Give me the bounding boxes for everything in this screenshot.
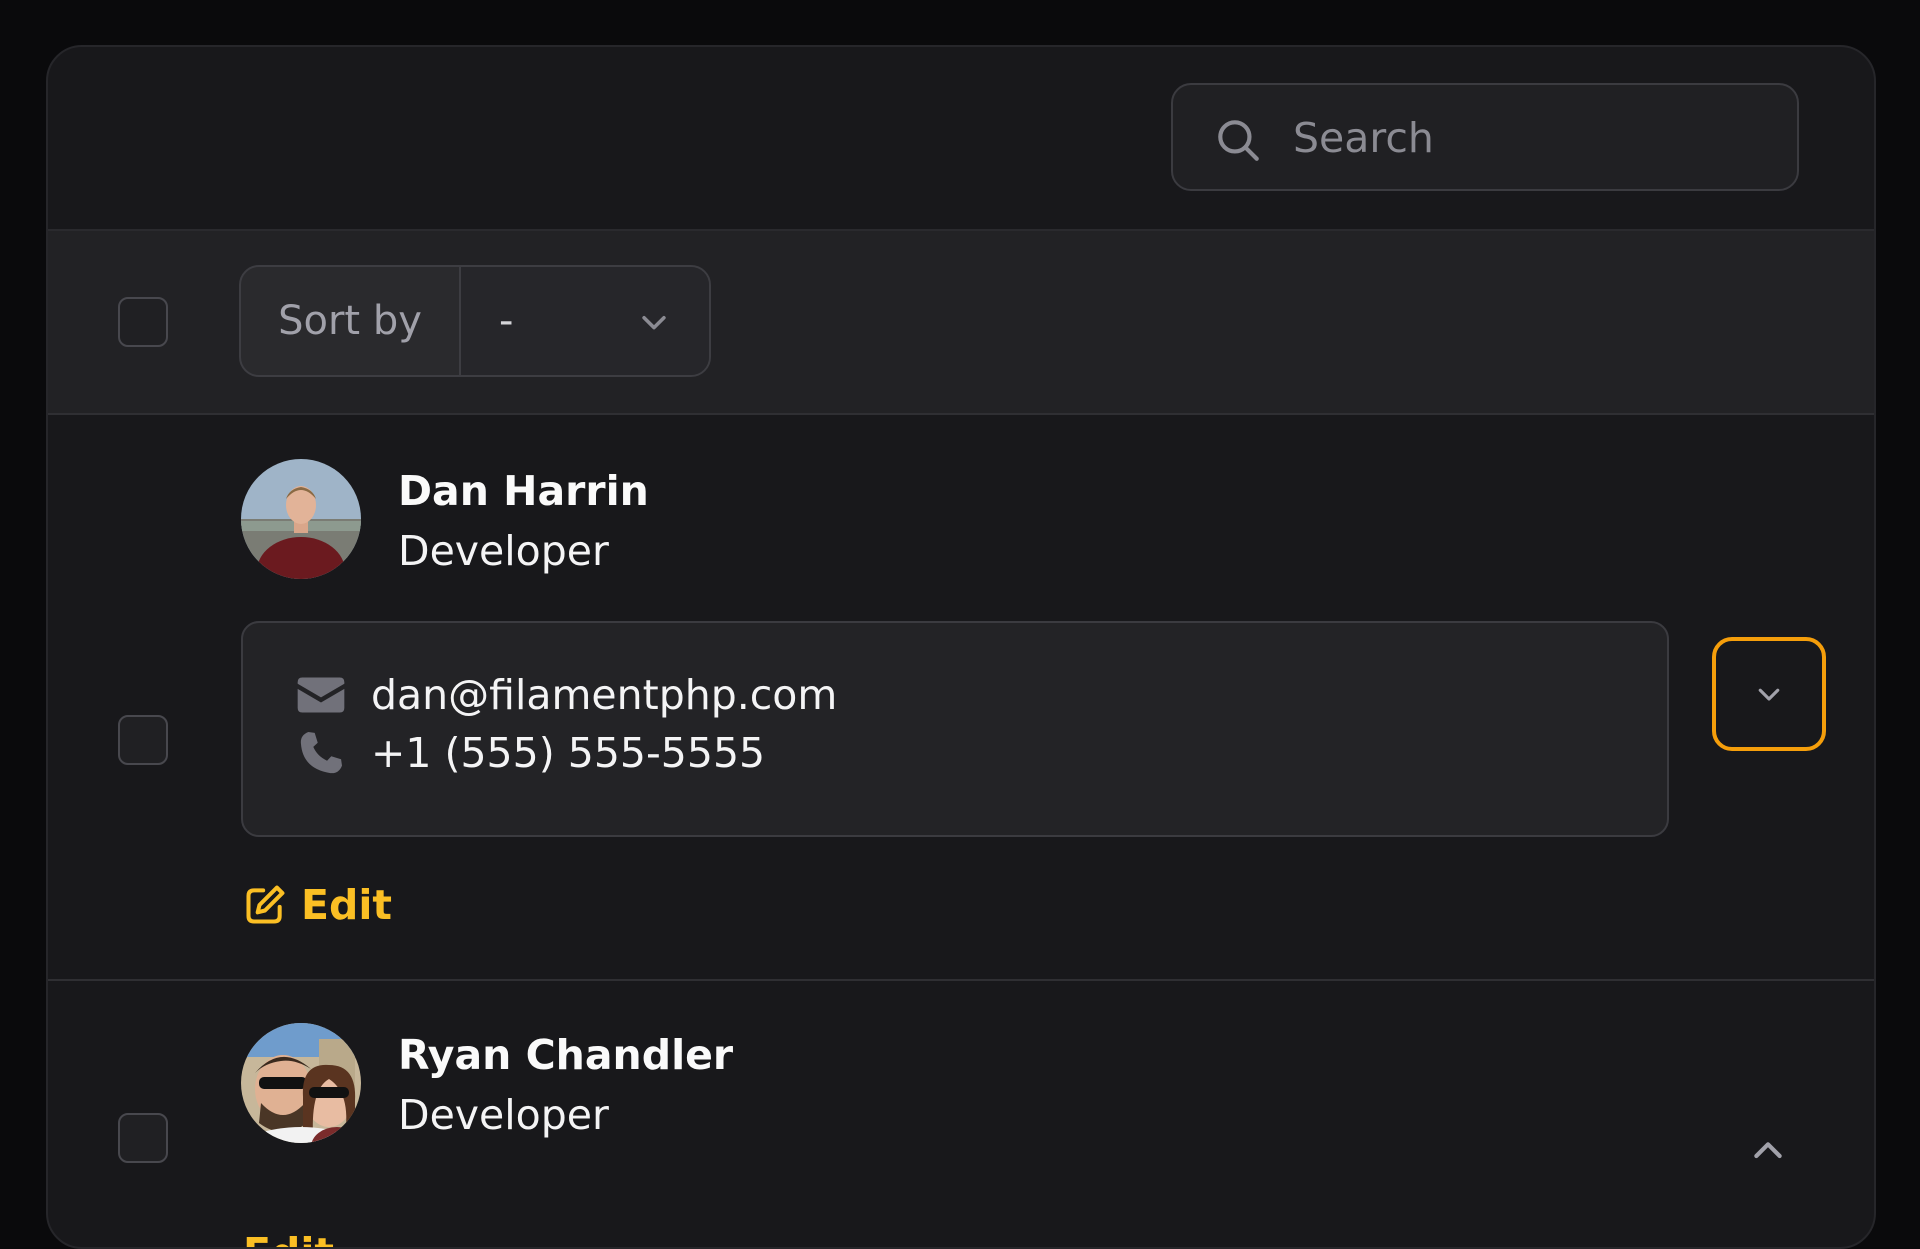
- chevron-down-icon: [642, 315, 666, 330]
- phone-icon: [300, 732, 342, 774]
- chevron-up-icon[interactable]: [1748, 1131, 1788, 1171]
- select-all-checkbox[interactable]: [118, 297, 168, 347]
- contact-panel: dan@filamentphp.com +1 (555) 555-5555: [241, 621, 1669, 837]
- avatar: [241, 459, 361, 579]
- table-header-bar: [48, 47, 1874, 231]
- edit-action[interactable]: Edit: [243, 1229, 334, 1247]
- email-line: dan@filamentphp.com: [293, 665, 837, 725]
- table-row: Dan Harrin Developer dan@filamentphp.com…: [48, 415, 1874, 981]
- user-role: Developer: [398, 1091, 609, 1139]
- expand-button[interactable]: [1712, 637, 1826, 751]
- row-checkbox[interactable]: [118, 715, 168, 765]
- phone-line: +1 (555) 555-5555: [293, 723, 765, 783]
- user-name: Dan Harrin: [398, 467, 649, 515]
- table-row: Ryan Chandler Developer Edit: [48, 981, 1874, 1247]
- sort-select-value: -: [499, 298, 514, 344]
- search-box[interactable]: [1171, 83, 1799, 191]
- user-name: Ryan Chandler: [398, 1031, 734, 1079]
- avatar: [241, 1023, 361, 1143]
- sort-control: Sort by -: [239, 265, 711, 377]
- search-input[interactable]: [1293, 105, 1773, 171]
- sort-label: Sort by: [241, 267, 461, 375]
- chevron-down-icon: [1758, 688, 1780, 701]
- email-text: dan@filamentphp.com: [371, 671, 838, 719]
- search-icon: [1218, 120, 1259, 161]
- edit-action[interactable]: Edit: [243, 875, 392, 935]
- sort-select[interactable]: -: [461, 267, 709, 375]
- row-checkbox[interactable]: [118, 1113, 168, 1163]
- edit-label: Edit: [243, 1229, 334, 1247]
- edit-label: Edit: [301, 881, 393, 929]
- bulk-toolbar: Sort by -: [48, 231, 1874, 415]
- phone-text: +1 (555) 555-5555: [371, 729, 766, 777]
- pencil-square-icon: [246, 885, 285, 924]
- envelope-icon: [297, 677, 345, 713]
- table-card: Sort by - Dan Harrin Developer: [46, 45, 1876, 1249]
- user-role: Developer: [398, 527, 609, 575]
